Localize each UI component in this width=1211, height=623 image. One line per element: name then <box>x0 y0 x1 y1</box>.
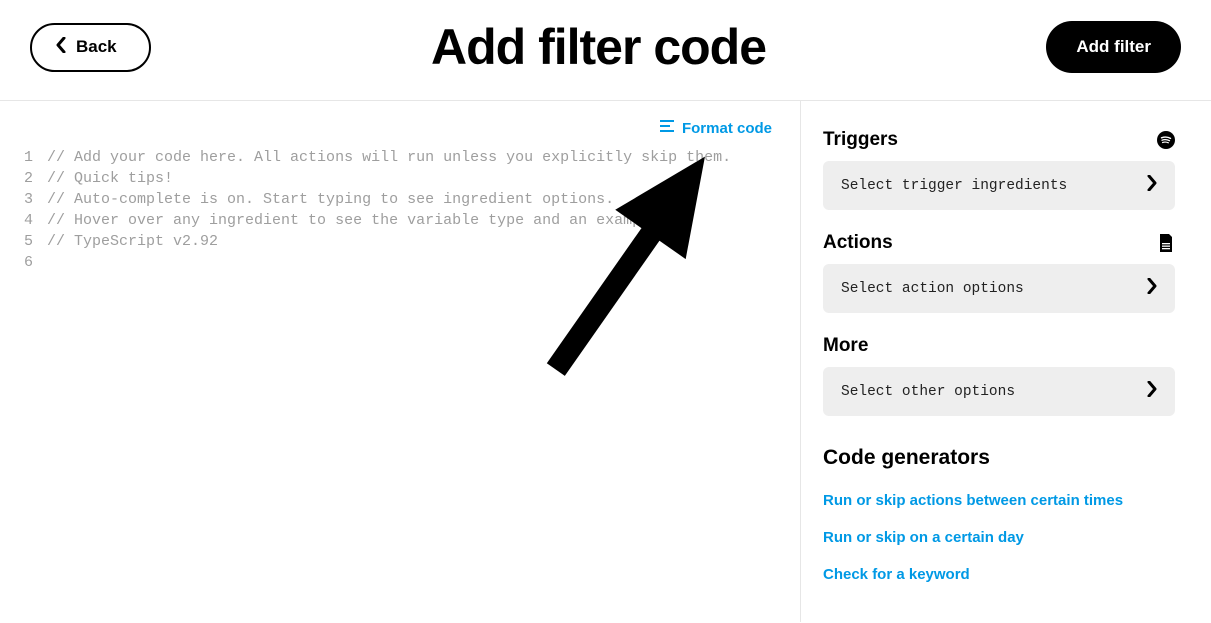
line-number: 6 <box>24 252 33 273</box>
line-gutter: 1 2 3 4 5 6 <box>24 147 47 273</box>
code-line: // Quick tips! <box>47 168 731 189</box>
code-lines[interactable]: // Add your code here. All actions will … <box>47 147 731 273</box>
back-button-label: Back <box>76 37 117 57</box>
spotify-icon <box>1157 131 1175 149</box>
code-line <box>47 252 731 273</box>
document-icon <box>1157 234 1175 252</box>
more-header: More <box>823 335 1175 357</box>
triggers-title: Triggers <box>823 129 898 151</box>
editor-pane: Format code 1 2 3 4 5 6 // Add your code… <box>0 101 801 622</box>
page-title: Add filter code <box>151 18 1047 76</box>
generator-link-times[interactable]: Run or skip actions between certain time… <box>823 492 1175 509</box>
body: Format code 1 2 3 4 5 6 // Add your code… <box>0 101 1211 622</box>
generator-link-keyword[interactable]: Check for a keyword <box>823 566 1175 583</box>
actions-header: Actions <box>823 232 1175 254</box>
code-line: // Hover over any ingredient to see the … <box>47 210 731 231</box>
actions-select[interactable]: Select action options <box>823 264 1175 313</box>
line-number: 5 <box>24 231 33 252</box>
triggers-select-label: Select trigger ingredients <box>841 178 1067 194</box>
sidebar: Triggers Select trigger ingredients <box>801 101 1211 622</box>
chevron-right-icon <box>1147 175 1157 196</box>
code-line: // TypeScript v2.92 <box>47 231 731 252</box>
triggers-header: Triggers <box>823 129 1175 151</box>
triggers-section: Triggers Select trigger ingredients <box>823 129 1175 210</box>
chevron-right-icon <box>1147 381 1157 402</box>
line-number: 4 <box>24 210 33 231</box>
format-code-label: Format code <box>682 120 772 137</box>
code-editor[interactable]: 1 2 3 4 5 6 // Add your code here. All a… <box>24 147 776 273</box>
code-generators-title: Code generators <box>823 446 1175 470</box>
add-filter-button[interactable]: Add filter <box>1046 21 1181 73</box>
actions-select-label: Select action options <box>841 281 1024 297</box>
chevron-left-icon <box>56 37 66 58</box>
code-line: // Add your code here. All actions will … <box>47 147 731 168</box>
format-icon <box>660 119 674 137</box>
actions-title: Actions <box>823 232 893 254</box>
code-line: // Auto-complete is on. Start typing to … <box>47 189 731 210</box>
line-number: 1 <box>24 147 33 168</box>
more-select-label: Select other options <box>841 384 1015 400</box>
back-button[interactable]: Back <box>30 23 151 72</box>
more-title: More <box>823 335 868 357</box>
more-section: More Select other options <box>823 335 1175 416</box>
chevron-right-icon <box>1147 278 1157 299</box>
generator-link-day[interactable]: Run or skip on a certain day <box>823 529 1175 546</box>
line-number: 3 <box>24 189 33 210</box>
format-code-button[interactable]: Format code <box>660 119 772 137</box>
header: Back Add filter code Add filter <box>0 0 1211 101</box>
more-select[interactable]: Select other options <box>823 367 1175 416</box>
triggers-select[interactable]: Select trigger ingredients <box>823 161 1175 210</box>
line-number: 2 <box>24 168 33 189</box>
actions-section: Actions Select action options <box>823 232 1175 313</box>
format-code-row: Format code <box>24 119 776 147</box>
